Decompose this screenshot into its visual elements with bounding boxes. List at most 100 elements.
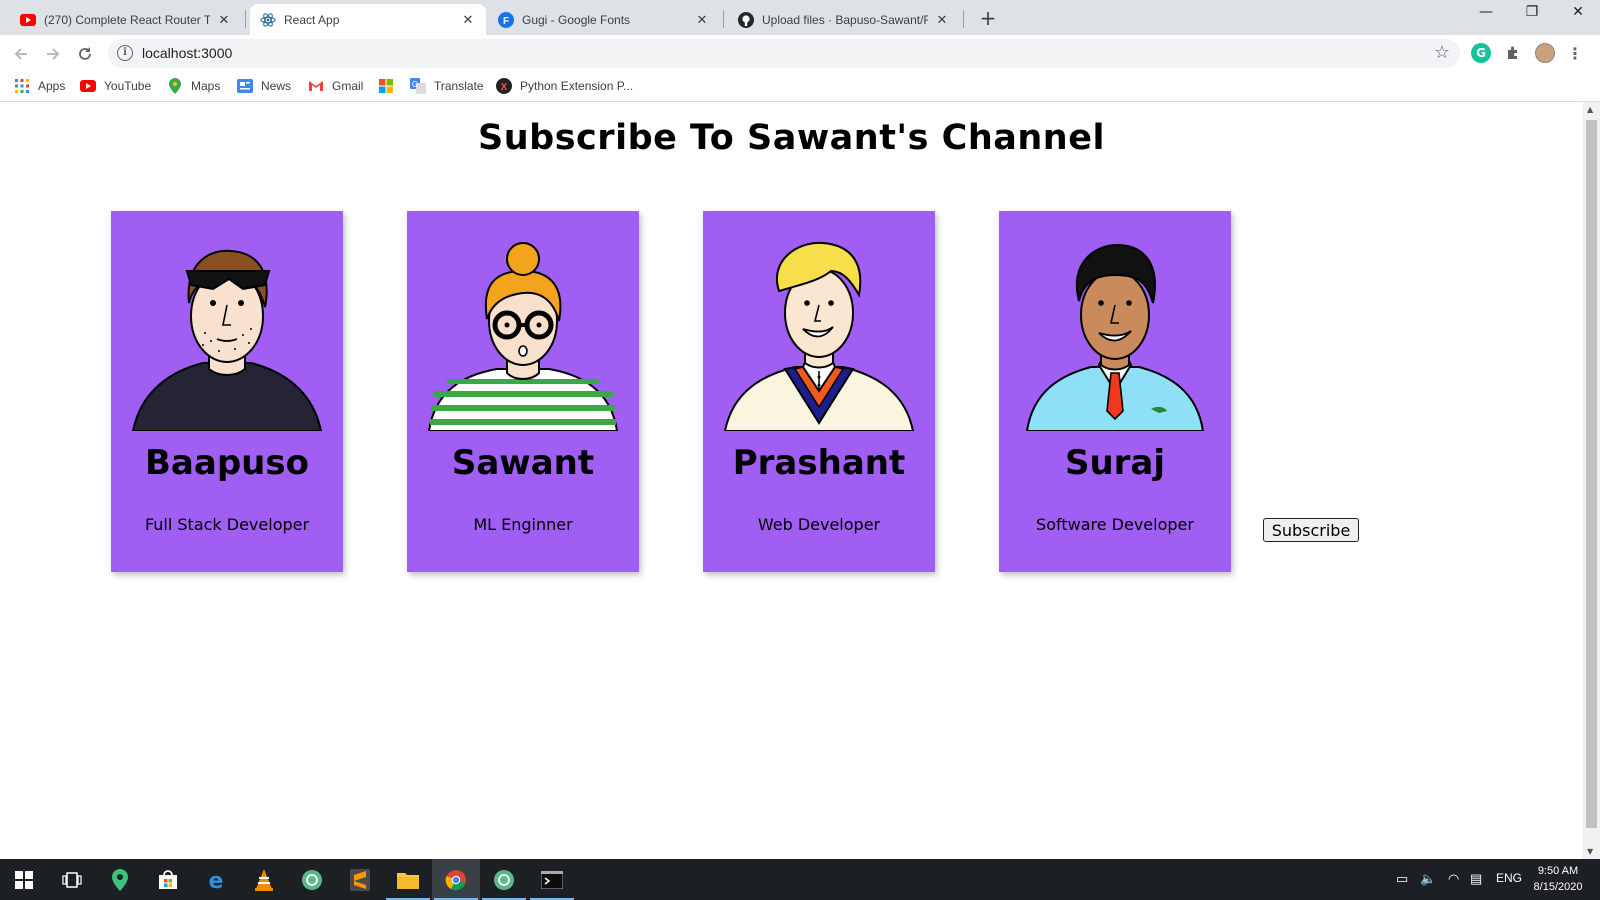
windows-taskbar: e ▭ 🔈 ◠ ▤ ENG 9:50 AM 8/15/2020 bbox=[0, 859, 1600, 900]
grammarly-icon[interactable]: G bbox=[1471, 43, 1491, 63]
volume-icon[interactable]: 🔈 bbox=[1420, 871, 1436, 887]
google-fonts-icon: F bbox=[498, 11, 514, 28]
card-name: Baapuso bbox=[145, 443, 309, 483]
blond-man-sweater-avatar bbox=[723, 241, 915, 431]
extensions-puzzle-icon[interactable] bbox=[1503, 43, 1523, 63]
site-info-icon[interactable]: i bbox=[117, 45, 133, 61]
bookmark-microsoft[interactable] bbox=[378, 78, 402, 94]
chrome-menu-icon[interactable]: ⋮ bbox=[1565, 43, 1585, 63]
profile-card: Baapuso Full Stack Developer bbox=[111, 211, 343, 572]
youtube-icon bbox=[80, 78, 96, 94]
tab-strip: (270) Complete React Router Tut ✕ React … bbox=[0, 0, 1600, 35]
tab-youtube[interactable]: (270) Complete React Router Tut ✕ bbox=[10, 4, 242, 35]
youtube-icon bbox=[20, 12, 36, 28]
window-close-icon[interactable]: ✕ bbox=[1558, 4, 1598, 20]
close-icon[interactable]: ✕ bbox=[694, 12, 710, 28]
sublime-text-icon[interactable] bbox=[336, 859, 384, 900]
tab-title: Gugi - Google Fonts bbox=[522, 12, 631, 27]
language-indicator[interactable]: ENG bbox=[1496, 871, 1522, 885]
bookmark-label: YouTube bbox=[104, 79, 152, 93]
vertical-scrollbar[interactable]: ▲ ▼ bbox=[1583, 102, 1600, 859]
tab-title: Upload files · Bapuso-Sawant/Re bbox=[762, 12, 928, 27]
microsoft-icon bbox=[378, 78, 394, 94]
store-icon[interactable] bbox=[144, 859, 192, 900]
clock-time: 9:50 AM bbox=[1537, 865, 1579, 877]
back-icon[interactable] bbox=[10, 43, 32, 65]
edge-icon[interactable]: e bbox=[192, 859, 240, 900]
bookmark-label: Apps bbox=[38, 79, 66, 93]
vlc-icon[interactable] bbox=[240, 859, 288, 900]
close-icon[interactable]: ✕ bbox=[216, 12, 232, 28]
bookmark-label: Gmail bbox=[332, 79, 364, 93]
bookmark-label: News bbox=[261, 79, 292, 93]
bookmark-gmail[interactable]: Gmail bbox=[308, 78, 363, 94]
action-center-icon[interactable]: ▤ bbox=[1470, 871, 1482, 887]
bookmark-label: Maps bbox=[191, 79, 221, 93]
profile-avatar[interactable] bbox=[1535, 43, 1555, 63]
scroll-down-icon[interactable]: ▼ bbox=[1587, 847, 1593, 856]
page-title: Subscribe To Sawant's Channel bbox=[478, 118, 1105, 158]
card-name: Prashant bbox=[732, 443, 906, 483]
windows-start-icon[interactable] bbox=[0, 859, 48, 900]
forward-icon[interactable] bbox=[42, 43, 64, 65]
chrome-icon[interactable] bbox=[432, 859, 480, 900]
subscribe-button[interactable]: Subscribe bbox=[1263, 518, 1359, 542]
address-bar[interactable]: i localhost:3000 ☆ bbox=[108, 39, 1460, 68]
bookmark-python-extension[interactable]: X Python Extension P... bbox=[496, 78, 633, 94]
system-clock[interactable]: 9:50 AM 8/15/2020 bbox=[1526, 863, 1590, 895]
scroll-up-icon[interactable]: ▲ bbox=[1587, 105, 1593, 114]
tab-google-fonts[interactable]: F Gugi - Google Fonts ✕ bbox=[488, 4, 720, 35]
scrollbar-thumb[interactable] bbox=[1586, 120, 1597, 828]
bookmark-maps[interactable]: Maps bbox=[167, 78, 220, 94]
task-view-icon[interactable] bbox=[48, 859, 96, 900]
profile-card: Sawant ML Enginner bbox=[407, 211, 639, 572]
bookmarks-bar: Apps YouTube Maps News Gmail G Translate… bbox=[0, 72, 1600, 102]
chatgpt-icon[interactable] bbox=[288, 859, 336, 900]
bookmark-label: Translate bbox=[434, 79, 484, 93]
card-name: Suraj bbox=[1064, 443, 1166, 483]
translate-icon: G bbox=[410, 78, 426, 94]
bookmark-youtube[interactable]: YouTube bbox=[80, 78, 151, 94]
close-icon[interactable]: ✕ bbox=[460, 12, 476, 28]
wifi-icon[interactable]: ◠ bbox=[1448, 871, 1459, 887]
terminal-icon[interactable] bbox=[528, 859, 576, 900]
file-explorer-icon[interactable] bbox=[384, 859, 432, 900]
bookmark-news[interactable]: News bbox=[237, 78, 291, 94]
network-tray-icon[interactable]: ▭ bbox=[1396, 871, 1408, 887]
man-blue-sweater-avatar bbox=[1025, 243, 1205, 431]
url-text: localhost:3000 bbox=[142, 45, 233, 61]
profile-card: Suraj Software Developer bbox=[999, 211, 1231, 572]
close-icon[interactable]: ✕ bbox=[934, 12, 950, 28]
svg-text:e: e bbox=[209, 869, 224, 891]
tab-react-app[interactable]: React App ✕ bbox=[250, 4, 486, 35]
reload-icon[interactable] bbox=[74, 43, 96, 65]
bookmark-star-icon[interactable]: ☆ bbox=[1434, 42, 1450, 63]
react-icon bbox=[260, 12, 276, 28]
chatgpt-app-icon[interactable] bbox=[480, 859, 528, 900]
man-sunglasses-avatar bbox=[131, 249, 323, 431]
page-viewport: Subscribe To Sawant's Channel Baapuso Fu… bbox=[0, 102, 1583, 859]
card-role: Full Stack Developer bbox=[144, 515, 310, 534]
maps-pin-icon bbox=[167, 78, 183, 94]
new-tab-button[interactable]: + bbox=[976, 6, 1000, 30]
svg-text:G: G bbox=[412, 80, 418, 89]
news-icon bbox=[237, 78, 253, 94]
restore-icon[interactable]: ❐ bbox=[1512, 4, 1552, 20]
card-role: Software Developer bbox=[1036, 515, 1194, 534]
bookmark-translate[interactable]: G Translate bbox=[410, 78, 484, 94]
apps-grid-icon bbox=[14, 78, 30, 94]
maps-app-icon[interactable] bbox=[96, 859, 144, 900]
clock-date: 8/15/2020 bbox=[1533, 881, 1583, 893]
profile-card: Prashant Web Developer bbox=[703, 211, 935, 572]
tab-title: React App bbox=[284, 12, 340, 27]
tab-separator bbox=[723, 10, 724, 28]
svg-text:F: F bbox=[503, 16, 509, 27]
card-role: Web Developer bbox=[757, 515, 881, 534]
python-extension-icon: X bbox=[496, 78, 512, 94]
tab-github[interactable]: Upload files · Bapuso-Sawant/Re ✕ bbox=[728, 4, 960, 35]
card-role: ML Enginner bbox=[473, 515, 573, 534]
bookmark-apps[interactable]: Apps bbox=[14, 78, 65, 94]
browser-toolbar: i localhost:3000 ☆ G ⋮ bbox=[0, 35, 1600, 72]
woman-glasses-avatar bbox=[427, 242, 619, 431]
minimize-icon[interactable]: — bbox=[1466, 4, 1506, 20]
